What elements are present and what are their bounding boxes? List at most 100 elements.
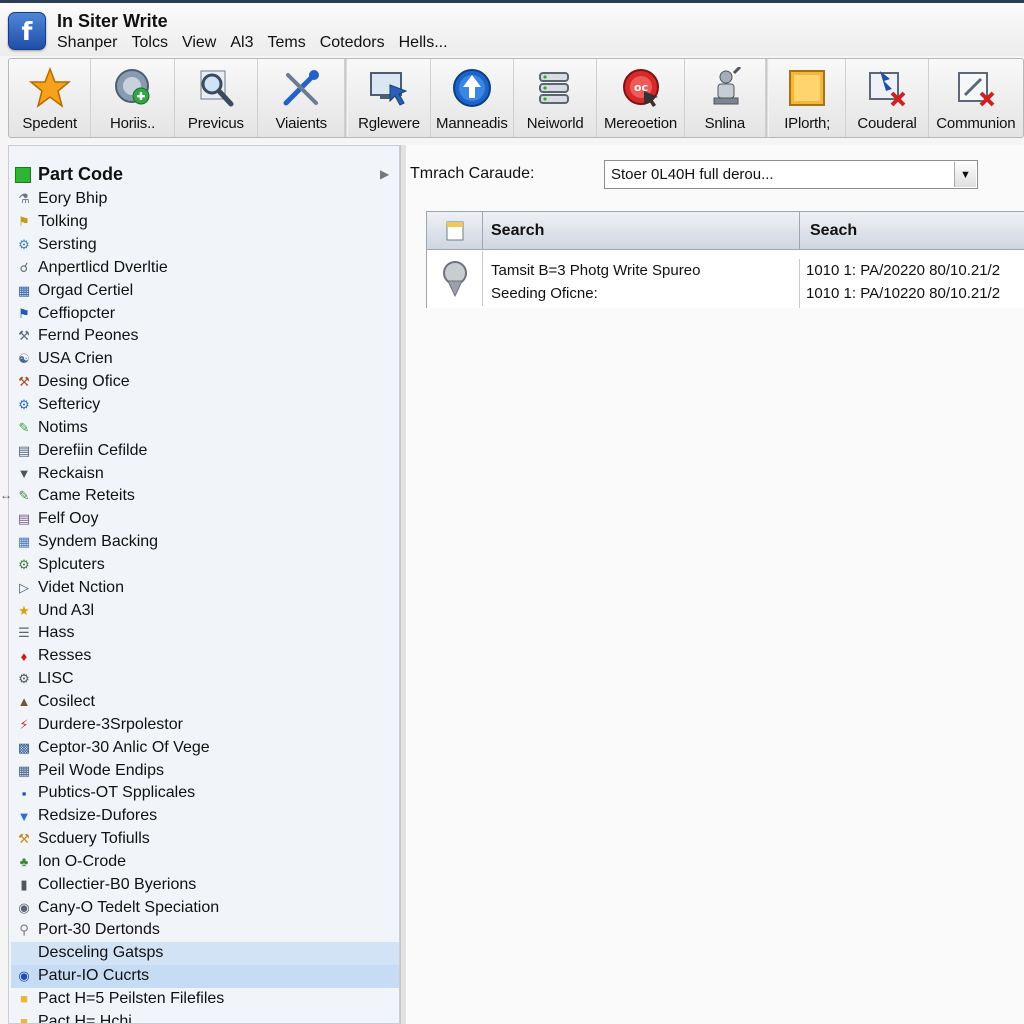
tree-item[interactable]: ⚙ LISC — [15, 668, 395, 691]
user-group-icon: ☯ — [18, 351, 30, 367]
stop-record-icon: oc — [618, 65, 664, 111]
tree-item[interactable]: ▲ Cosilect — [15, 691, 395, 714]
star-icon — [27, 65, 73, 111]
office-icon: ⚒ — [18, 374, 30, 390]
tree-item[interactable]: ▩ Ceptor-30 Anlic Of Vege — [15, 736, 395, 759]
tree-item[interactable]: ⚙ Sersting — [15, 234, 395, 257]
tree-item-label: Pact H= Hchi — [38, 1012, 132, 1024]
collapse-arrow-icon[interactable]: ▶ — [380, 167, 389, 181]
tree-item-label: Peil Wode Endips — [38, 761, 164, 779]
menu-view[interactable]: View — [182, 34, 226, 52]
tree-item[interactable]: ▦ Peil Wode Endips — [15, 759, 395, 782]
toolbar-rglewere-button[interactable]: Rglewere — [348, 59, 431, 137]
tree-item-label: Orgad Certiel — [38, 281, 134, 299]
menu-tools[interactable]: Tolcs — [132, 34, 178, 52]
tree-item[interactable]: ♦ Resses — [15, 645, 395, 668]
pencil-icon: ✎ — [18, 488, 30, 504]
tree-item[interactable]: ▤ Felf Ooy — [15, 508, 395, 531]
tree-item[interactable]: Desceling Gatsps — [11, 941, 399, 965]
toolbar-previous-button[interactable]: Previcus — [175, 59, 259, 137]
tree-item[interactable]: ☯ USA Crien — [15, 348, 395, 371]
tree-list: ⚗ Eory Bhip ⚑ Tolking ⚙ Sersting ☌ Anpertlicd D… — [11, 188, 399, 1024]
tree-item-label: USA Crien — [38, 350, 113, 368]
document-icon[interactable] — [427, 212, 483, 249]
plug-icon: ⚡ — [19, 716, 29, 732]
tree-item-label: Ceptor-30 Anlic Of Vege — [38, 738, 210, 756]
star-icon: ★ — [18, 602, 30, 618]
tree-item[interactable]: ■ Pact H= Hchi — [15, 1010, 395, 1024]
tree-item[interactable]: ⚒ Fernd Peones — [15, 325, 395, 348]
tree-item[interactable]: ☌ Anpertlicd Dverltie — [15, 257, 395, 280]
filter-value: Stoer 0L40H full derou... — [611, 166, 774, 183]
upload-globe-icon — [449, 65, 495, 111]
main-toolbar: Spedent Horiis.. Previcus Viaients Rglew… — [8, 58, 1024, 138]
chevron-down-icon[interactable]: ▼ — [954, 162, 976, 187]
tree-item[interactable]: ⚑ Ceffiopcter — [15, 302, 395, 325]
toolbar-viaients-button[interactable]: Viaients — [258, 59, 346, 137]
toolbar-neiworld-button[interactable]: Neiworld — [514, 59, 598, 137]
grid-header: Search Seach — [427, 211, 1024, 250]
tree-root[interactable]: Part Code — [15, 164, 123, 185]
tree-item[interactable]: ☰ Hass — [15, 622, 395, 645]
tree-item[interactable]: ▼ Reckaisn — [15, 462, 395, 485]
tree-item[interactable]: ■ Pact H=5 Peilsten Filefiles — [15, 988, 395, 1011]
folder-icon: ■ — [20, 1014, 28, 1024]
tree-item[interactable]: ⚑ Tolking — [15, 211, 395, 234]
tree-item[interactable]: ◉ Cany-O Tedelt Speciation — [15, 896, 395, 919]
menu-tems[interactable]: Tems — [267, 34, 315, 52]
tree-item[interactable]: ⚒ Scduery Tofiulls — [15, 828, 395, 851]
tree-item[interactable]: ◉ Patur-IO Cucrts — [11, 964, 399, 988]
green-square-icon — [15, 166, 31, 183]
table-row[interactable]: Tamsit B=3 Photg Write Spureo Seeding Of… — [427, 251, 1024, 308]
content-pane: Tmrach Caraude: Stoer 0L40H full derou..… — [406, 145, 1024, 1024]
tree-item[interactable]: ✎ Came Reteits — [15, 485, 395, 508]
toolbar-couderal-button[interactable]: Couderal — [846, 59, 929, 137]
tree-pane[interactable]: Part Code ▶ ⚗ Eory Bhip ⚑ Tolking ⚙ Sersting ☌… — [8, 145, 400, 1024]
tree-item-label: Hass — [38, 624, 75, 642]
document-icon: ▤ — [17, 511, 31, 527]
toolbar-spedent-button[interactable]: Spedent — [9, 59, 92, 137]
tree-item-label: Port-30 Dertonds — [38, 921, 160, 939]
tree-root-label: Part Code — [38, 164, 124, 184]
tree-item[interactable]: ▪ Pubtics-OT Spplicales — [15, 782, 395, 805]
tree-item[interactable]: ⚙ Seftericy — [15, 394, 395, 417]
tree-item[interactable]: ▤ Derefiin Cefilde — [15, 439, 395, 462]
app-logo-icon: f — [8, 12, 46, 50]
toolbar-iplorth-button[interactable]: IPlorth; — [769, 59, 847, 137]
tree-item-label: Notims — [38, 418, 88, 436]
tree-item[interactable]: ✎ Notims — [15, 416, 395, 439]
tree-item[interactable]: ▦ Syndem Backing — [15, 531, 395, 554]
tree-item-label: Collectier-B0 Byerions — [38, 875, 197, 893]
toolbar-snlina-button[interactable]: Snlina — [685, 59, 767, 137]
tree-item[interactable]: ▦ Orgad Certiel — [15, 279, 395, 302]
tree-item[interactable]: ▮ Collectier-B0 Byerions — [15, 873, 395, 896]
tree-item[interactable]: ⚲ Port-30 Dertonds — [15, 919, 395, 942]
column-header-search[interactable]: Search — [483, 212, 800, 249]
tree-item[interactable]: ⚒ Desing Ofice — [15, 371, 395, 394]
tool-icon: ⚒ — [18, 328, 30, 344]
toolbar-mereoetion-button[interactable]: oc Mereoetion — [597, 59, 685, 137]
tree-item[interactable]: ⚡ Durdere-3Srpolestor — [15, 713, 395, 736]
menu-al3[interactable]: Al3 — [230, 34, 263, 52]
toolbar-manneadis-button[interactable]: Manneadis — [431, 59, 514, 137]
column-header-seach[interactable]: Seach — [800, 212, 1024, 249]
tree-item[interactable]: ★ Und A3l — [15, 599, 395, 622]
toolbar-communion-button[interactable]: Communion — [929, 59, 1023, 137]
toolbar-horiis-button[interactable]: Horiis.. — [91, 59, 175, 137]
title-bar: f In Siter Write Shanper Tolcs View Al3 … — [0, 0, 1024, 56]
book-icon: ▪ — [21, 785, 27, 801]
filter-dropdown[interactable]: Stoer 0L40H full derou... ▼ — [604, 160, 978, 189]
menu-bar: Shanper Tolcs View Al3 Tems Cotedors Hel… — [57, 34, 462, 52]
tree-item[interactable]: ▷ Videt Nction — [15, 576, 395, 599]
menu-help[interactable]: Hells... — [399, 34, 458, 52]
tree-item[interactable]: ⚙ Splcuters — [15, 554, 395, 577]
tree-item-label: Syndem Backing — [38, 533, 159, 551]
tree-item[interactable]: ♣ Ion O-Crode — [15, 850, 395, 873]
tree-item[interactable]: ⚗ Eory Bhip — [15, 188, 395, 211]
menu-shanper[interactable]: Shanper — [57, 34, 128, 52]
tree-icon: ♣ — [19, 854, 29, 870]
tree-item[interactable]: ▼ Redsize-Dufores — [15, 805, 395, 828]
filter-label: Tmrach Caraude: — [410, 165, 535, 182]
bell-icon: ▲ — [17, 694, 31, 710]
menu-cotedors[interactable]: Cotedors — [320, 34, 395, 52]
